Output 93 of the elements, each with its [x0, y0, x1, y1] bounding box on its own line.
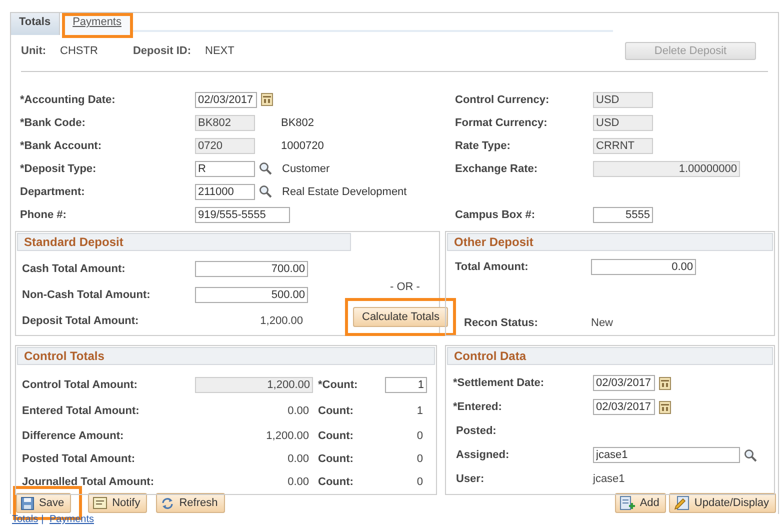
field-label: *Entered:: [453, 401, 503, 413]
field-label: *Deposit Type:: [20, 162, 98, 174]
field-label: *Accounting Date:: [20, 94, 116, 106]
or-separator: - OR -: [390, 281, 420, 293]
field-value: New: [591, 317, 614, 329]
field-label: Control Total Amount:: [22, 379, 138, 391]
section-header: Standard Deposit: [17, 233, 351, 251]
section-header: Control Totals: [17, 347, 435, 365]
section-header: Control Data: [447, 347, 773, 365]
field-label: Journalled Total Amount:: [22, 476, 155, 488]
tab[interactable]: Payments: [62, 13, 132, 38]
field-label: Count:: [317, 405, 354, 417]
tab[interactable]: Totals: [11, 13, 60, 35]
field-label: Posted:: [455, 425, 498, 437]
field-label: User:: [455, 473, 486, 485]
lookup-field[interactable]: jcase1: [593, 447, 740, 463]
field-label: Cash Total Amount:: [22, 263, 126, 275]
field-label: Phone #:: [20, 208, 68, 220]
toolbar-button[interactable]: Notify: [88, 493, 148, 513]
field-label: Difference Amount:: [22, 430, 125, 442]
readonly-field[interactable]: 0720: [195, 138, 255, 154]
toolbar-button[interactable]: Add: [614, 493, 666, 513]
refresh-icon: [161, 496, 174, 510]
readonly-field[interactable]: BK802: [195, 114, 255, 130]
pencil-document-icon: [674, 496, 690, 510]
field-label: Deposit ID:: [132, 45, 191, 57]
add-document-icon: [620, 496, 635, 510]
search-icon[interactable]: [259, 185, 272, 198]
field-label: Assigned:: [455, 449, 510, 461]
field-label: *Bank Account:: [20, 140, 102, 152]
field-label: Control Currency:: [455, 94, 550, 106]
readonly-field[interactable]: 1,200.00: [195, 377, 313, 393]
field-label: *Settlement Date:: [453, 377, 546, 389]
date-field[interactable]: 02/03/2017: [195, 92, 257, 108]
text-field[interactable]: 919/555-5555: [195, 206, 290, 222]
field-value: 0: [416, 476, 423, 488]
field-value: 1,200.00: [259, 315, 303, 327]
link-separator: |: [41, 514, 44, 525]
field-description: Customer: [282, 162, 330, 174]
field-value: 0: [416, 452, 423, 464]
field-value: jcase1: [593, 473, 625, 485]
field-value: 0.00: [286, 405, 309, 417]
number-field[interactable]: 5555: [593, 206, 653, 222]
field-value: 1: [416, 405, 423, 417]
field-label: Exchange Rate:: [455, 162, 539, 174]
note-icon: [93, 497, 108, 509]
field-label: Recon Status:: [464, 317, 539, 329]
number-field[interactable]: 500.00: [195, 287, 308, 303]
toolbar-button[interactable]: Save: [16, 493, 72, 513]
field-label: Department:: [20, 186, 86, 198]
field-description: BK802: [281, 116, 314, 128]
field-value: 1,200.00: [265, 430, 309, 442]
readonly-field[interactable]: 1.00000000: [593, 160, 740, 176]
field-label: Campus Box #:: [455, 208, 536, 220]
lookup-field[interactable]: 211000: [195, 184, 255, 200]
date-field[interactable]: 02/03/2017: [593, 399, 655, 415]
date-field[interactable]: 02/03/2017: [593, 375, 655, 391]
field-label: Posted Total Amount:: [22, 452, 136, 464]
field-label: Non-Cash Total Amount:: [22, 289, 152, 301]
field-label: Count:: [317, 476, 354, 488]
field-value: 0: [416, 430, 423, 442]
lookup-field[interactable]: R: [195, 160, 255, 176]
field-label: *Count:: [317, 379, 359, 391]
readonly-field[interactable]: CRRNT: [593, 138, 653, 154]
number-field[interactable]: 0.00: [591, 259, 696, 275]
section-header: Other Deposit: [447, 233, 773, 251]
readonly-field[interactable]: USD: [593, 92, 653, 108]
field-label: Total Amount:: [455, 261, 530, 273]
calculate-totals-button[interactable]: Calculate Totals: [353, 307, 448, 327]
field-description: Real Estate Development: [282, 186, 407, 198]
field-value: NEXT: [205, 45, 234, 57]
field-label: Format Currency:: [455, 116, 548, 128]
field-label: Unit:: [21, 45, 46, 57]
toolbar-button[interactable]: Update/Display: [669, 493, 776, 513]
field-description: 1000720: [281, 140, 324, 152]
field-label: Entered Total Amount:: [22, 405, 140, 417]
field-value: 0.00: [286, 452, 309, 464]
number-field[interactable]: 700.00: [195, 261, 308, 277]
calendar-icon[interactable]: [659, 400, 671, 414]
readonly-field[interactable]: USD: [593, 114, 653, 130]
search-icon[interactable]: [259, 162, 272, 175]
number-field[interactable]: 1: [385, 377, 427, 393]
field-label: Count:: [317, 430, 354, 442]
field-value: 0.00: [286, 476, 309, 488]
field-label: Count:: [317, 452, 354, 464]
field-label: Deposit Total Amount:: [22, 315, 140, 327]
field-value: CHSTR: [60, 45, 98, 57]
calendar-icon[interactable]: [261, 93, 273, 106]
calendar-icon[interactable]: [659, 376, 671, 390]
toolbar-button[interactable]: Refresh: [156, 493, 225, 513]
field-label: Rate Type:: [455, 140, 512, 152]
field-label: *Bank Code:: [20, 116, 86, 128]
search-icon[interactable]: [744, 448, 757, 462]
